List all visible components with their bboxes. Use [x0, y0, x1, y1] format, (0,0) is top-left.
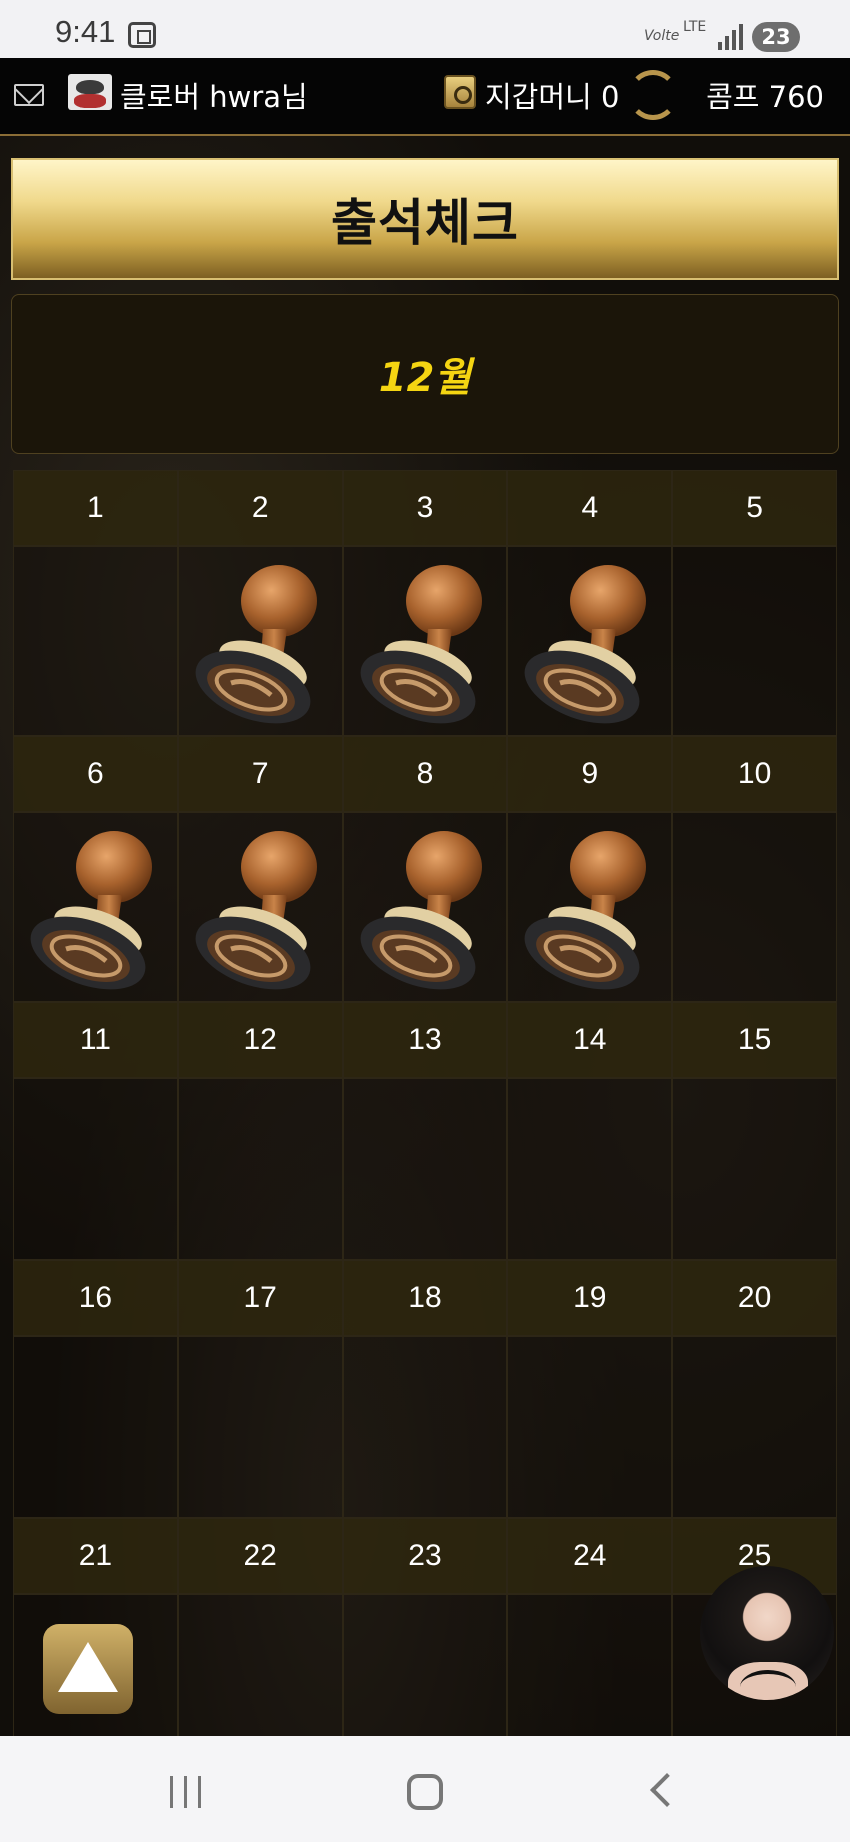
title-banner: 출석체크: [11, 158, 839, 280]
main-content: 출석체크 12월 12345 6 7 8 9 10 11 12 13 14 15…: [0, 136, 850, 1744]
month-label: 12월: [378, 355, 472, 401]
day-number: 12: [177, 1002, 343, 1078]
calendar-day-header-row: 6 7 8 9 10: [13, 736, 837, 812]
day-cell: [342, 1594, 508, 1744]
attendance-calendar: 12345 6 7 8 9 10 11 12 13 14 15 16 17 18…: [13, 470, 837, 1744]
wallet-icon[interactable]: [444, 75, 476, 109]
back-icon[interactable]: [650, 1773, 684, 1807]
day-cell: [342, 1078, 508, 1260]
scroll-to-top-button[interactable]: [43, 1624, 133, 1714]
day-number: 13: [342, 1002, 508, 1078]
attendance-stamp-icon: [356, 557, 496, 727]
status-time: 9:41: [55, 14, 116, 49]
calendar-stamp-row: [13, 546, 837, 736]
chat-support-avatar[interactable]: [700, 1566, 834, 1700]
calendar-day-header-row: 16 17 18 19 20: [13, 1260, 837, 1336]
recent-apps-icon[interactable]: [170, 1776, 204, 1808]
day-number: 2: [177, 470, 343, 546]
day-cell: [177, 1336, 343, 1518]
top-navigation: 클로버 hwra님 지갑머니 0 콤프 760: [0, 58, 850, 136]
day-number: 1: [13, 470, 178, 546]
day-cell: [13, 812, 178, 1002]
attendance-stamp-icon: [26, 823, 166, 993]
calendar-day-header-row: 12345: [13, 470, 837, 546]
day-number: 21: [13, 1518, 178, 1594]
signal-icon: [718, 24, 746, 50]
day-cell: [507, 812, 673, 1002]
day-number: 20: [672, 1260, 837, 1336]
lte-indicator: LTE: [683, 19, 707, 35]
day-cell: [507, 1594, 673, 1744]
day-cell: [672, 1336, 837, 1518]
day-cell: [177, 1078, 343, 1260]
day-number: 9: [507, 736, 673, 812]
day-number: 11: [13, 1002, 178, 1078]
screenshot-icon: [128, 22, 156, 48]
day-cell: [342, 1336, 508, 1518]
attendance-stamp-icon: [191, 557, 331, 727]
status-bar: 9:41 Volte LTE 23: [0, 0, 850, 58]
day-cell: [672, 812, 837, 1002]
battery-indicator: 23: [752, 22, 800, 52]
volte-indicator: Volte: [644, 28, 680, 44]
system-navigation-bar: [0, 1736, 850, 1842]
day-number: 10: [672, 736, 837, 812]
day-cell: [177, 1594, 343, 1744]
day-number: 8: [342, 736, 508, 812]
day-number: 15: [672, 1002, 837, 1078]
comp-points-label[interactable]: 콤프 760: [706, 74, 824, 116]
day-number: 23: [342, 1518, 508, 1594]
day-cell: [13, 546, 178, 736]
refresh-icon[interactable]: [628, 70, 678, 120]
day-number: 3: [342, 470, 508, 546]
wallet-money-label[interactable]: 지갑머니 0: [485, 74, 619, 116]
attendance-stamp-icon: [520, 557, 660, 727]
day-number: 5: [672, 470, 837, 546]
day-cell: [507, 1078, 673, 1260]
day-number: 7: [177, 736, 343, 812]
username-label[interactable]: 클로버 hwra님: [120, 74, 308, 116]
day-cell: [672, 1078, 837, 1260]
day-number: 22: [177, 1518, 343, 1594]
attendance-stamp-icon: [520, 823, 660, 993]
user-avatar[interactable]: [68, 74, 112, 110]
day-cell: [342, 812, 508, 1002]
day-cell: [177, 812, 343, 1002]
day-cell: [507, 1336, 673, 1518]
attendance-stamp-icon: [356, 823, 496, 993]
mail-icon[interactable]: [14, 84, 44, 106]
day-cell: [13, 1078, 178, 1260]
day-number: 24: [507, 1518, 673, 1594]
day-number: 17: [177, 1260, 343, 1336]
attendance-stamp-icon: [191, 823, 331, 993]
day-number: 16: [13, 1260, 178, 1336]
calendar-day-header-row: 21 22 23 24 25: [13, 1518, 837, 1594]
calendar-day-header-row: 11 12 13 14 15: [13, 1002, 837, 1078]
day-number: 6: [13, 736, 178, 812]
calendar-stamp-row: [13, 1078, 837, 1260]
page-title: 출석체크: [331, 194, 519, 252]
month-box: 12월: [11, 294, 839, 454]
day-cell: [342, 546, 508, 736]
day-cell: [672, 546, 837, 736]
day-number: 14: [507, 1002, 673, 1078]
day-number: 18: [342, 1260, 508, 1336]
day-cell: [13, 1336, 178, 1518]
day-number: 19: [507, 1260, 673, 1336]
day-cell: [507, 546, 673, 736]
day-cell: [177, 546, 343, 736]
day-number: 4: [507, 470, 673, 546]
home-icon[interactable]: [407, 1774, 443, 1810]
calendar-stamp-row: [13, 812, 837, 1002]
calendar-stamp-row: [13, 1336, 837, 1518]
